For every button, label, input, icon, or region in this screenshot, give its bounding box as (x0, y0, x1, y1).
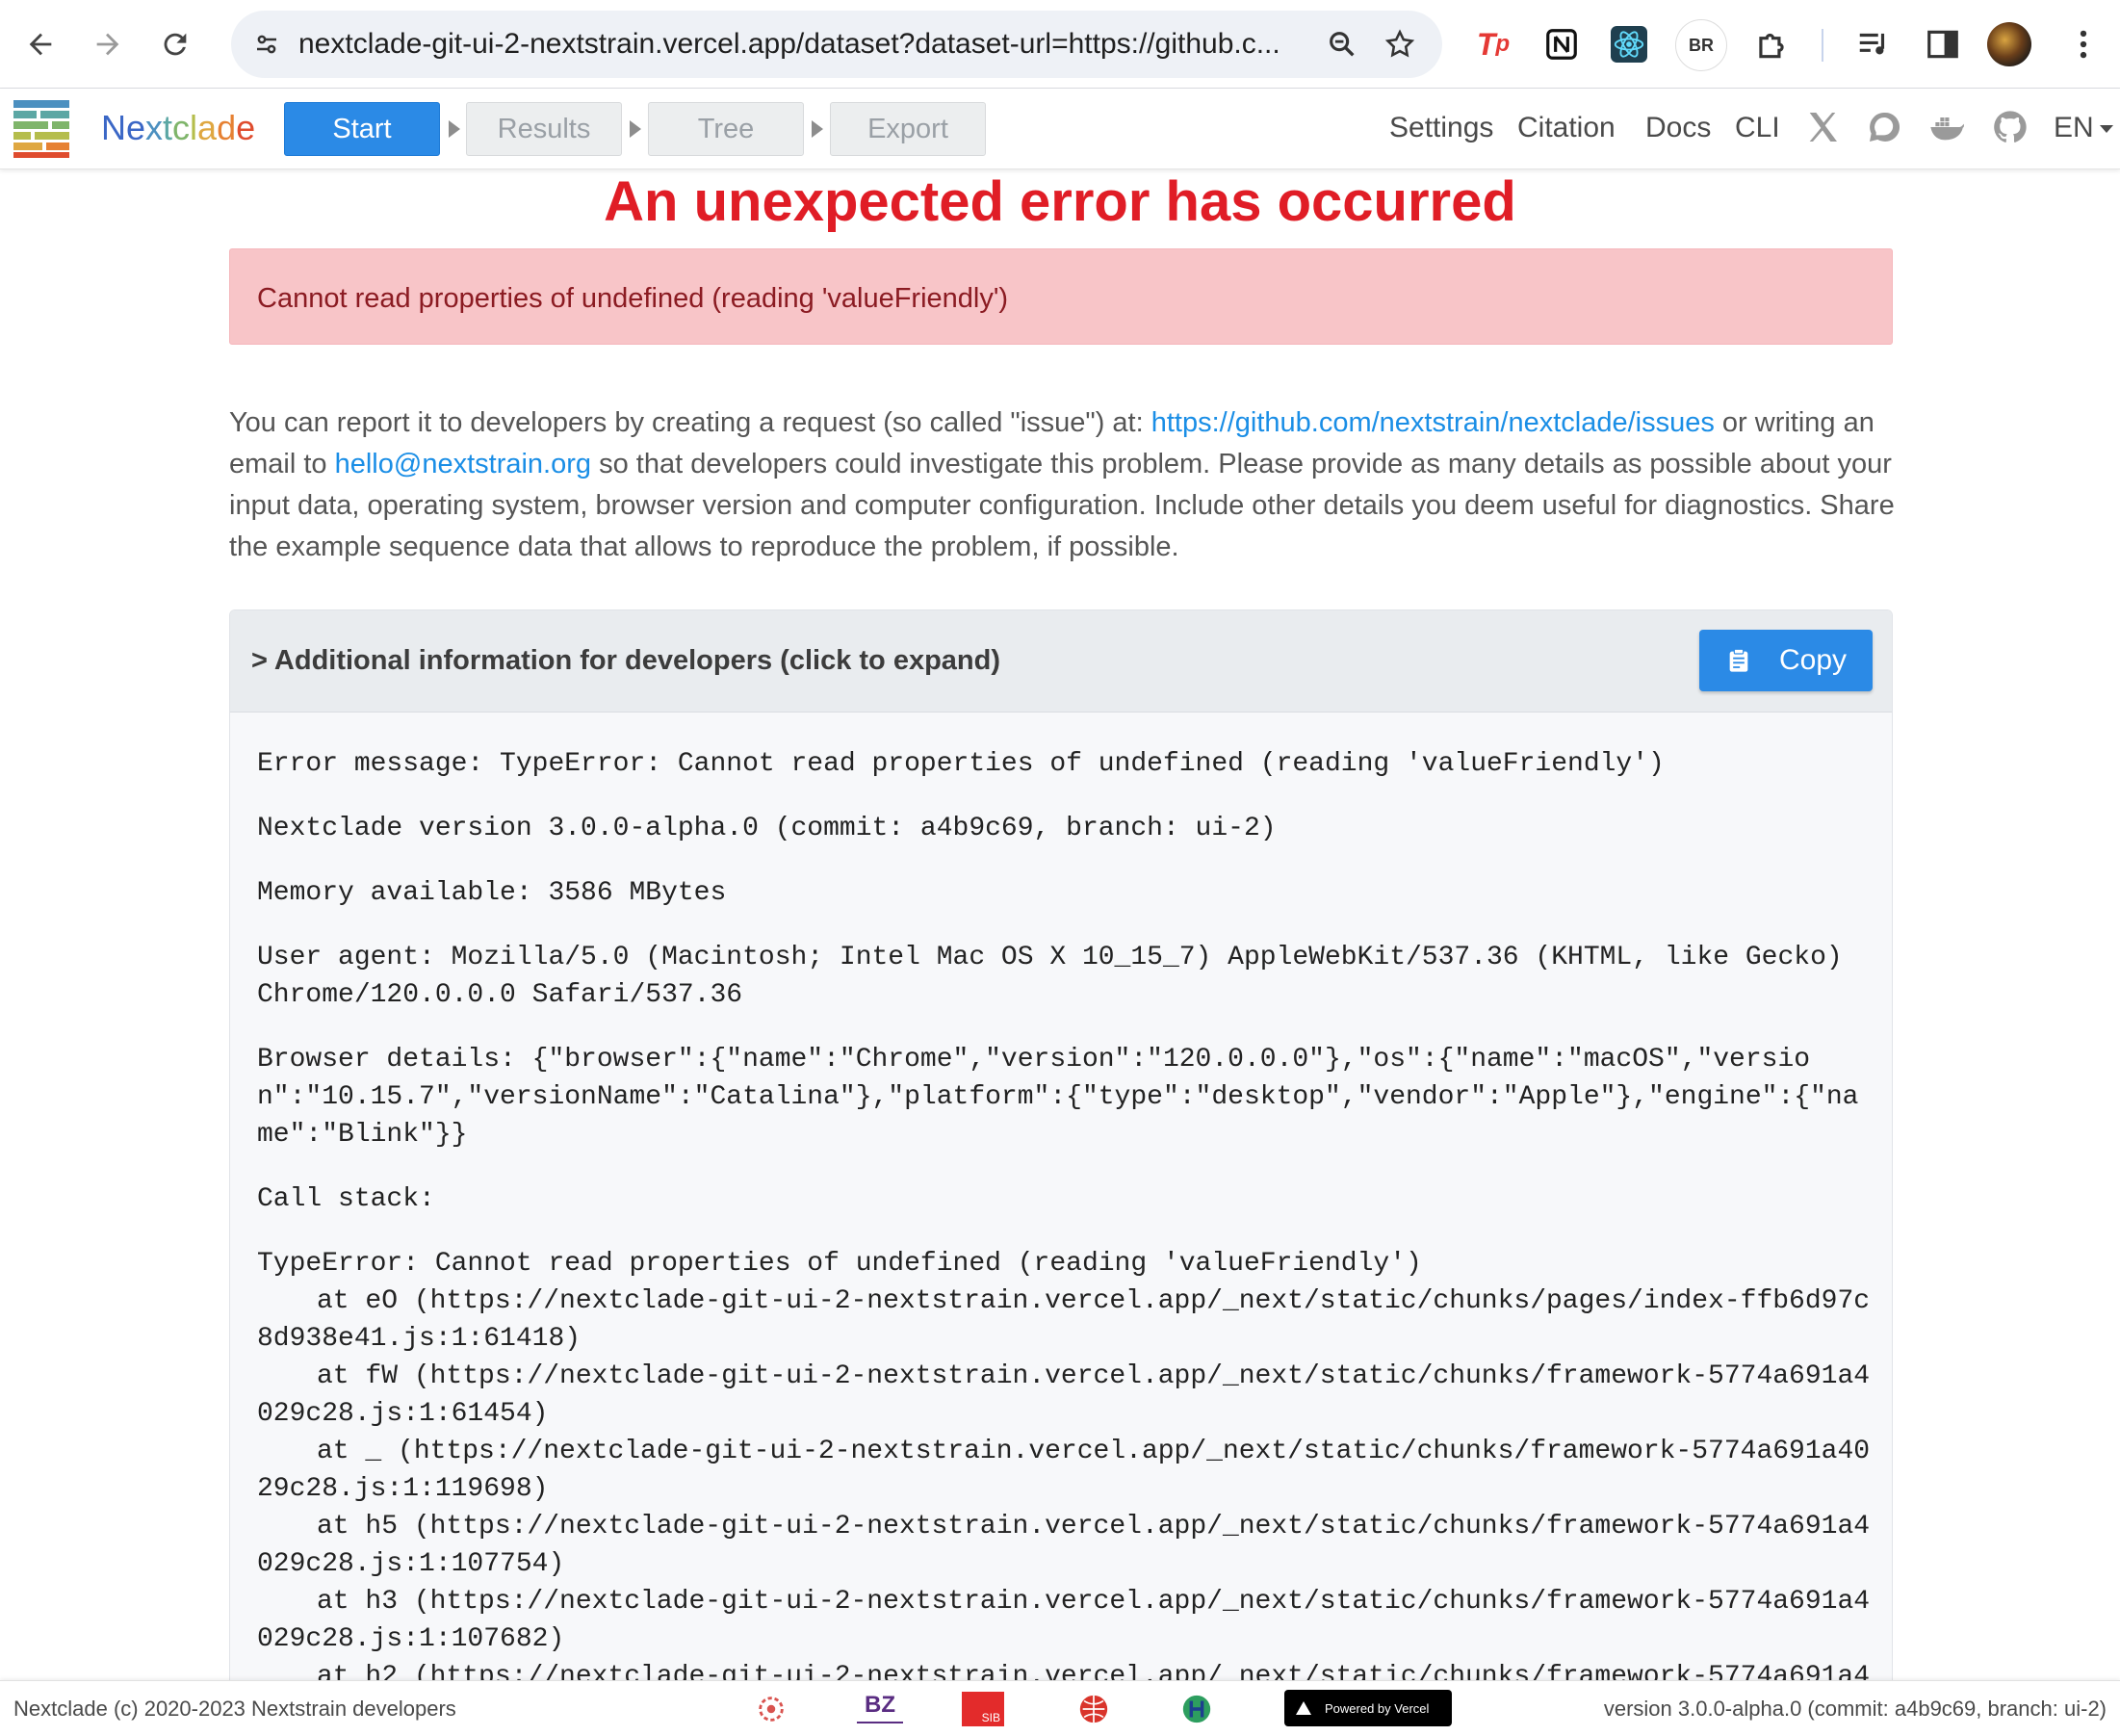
stack-frame: at h5 (https://nextclade-git-ui-2-nextst… (257, 1512, 1871, 1579)
step-results[interactable]: Results (466, 102, 622, 156)
issues-link[interactable]: https://github.com/nextstrain/nextclade/… (1151, 407, 1715, 438)
dev-call-stack: TypeError: Cannot read properties of und… (257, 1245, 1874, 1706)
dev-version: Nextclade version 3.0.0-alpha.0 (commit:… (257, 814, 1277, 843)
hi-logo-icon[interactable] (1176, 1689, 1217, 1729)
error-title: An unexpected error has occurred (604, 170, 1516, 233)
toolbar-divider (1822, 29, 1823, 62)
nextclade-logo[interactable] (12, 98, 71, 160)
profile-avatar[interactable] (1987, 22, 2031, 66)
footer-version: version 3.0.0-alpha.0 (commit: a4b9c69, … (1603, 1697, 2107, 1721)
step-export[interactable]: Export (830, 102, 986, 156)
reload-icon (164, 33, 187, 55)
nav-docs[interactable]: Docs (1645, 112, 1711, 144)
nav-settings[interactable]: Settings (1389, 112, 1493, 144)
vercel-triangle-icon (1296, 1701, 1311, 1715)
step-start[interactable]: Start (284, 102, 440, 156)
clipboard-icon (1729, 648, 1748, 672)
report-paragraph: You can report it to developers by creat… (229, 402, 1895, 568)
developer-info-header[interactable]: > Additional information for developers … (230, 610, 1892, 713)
developer-info-toggle[interactable]: > Additional information for developers … (251, 645, 1000, 677)
sib-logo-text: SIB (981, 1711, 1000, 1724)
caret-down-icon (2099, 125, 2113, 134)
error-message: Cannot read properties of undefined (rea… (257, 283, 1009, 314)
media-queue-icon[interactable] (1849, 19, 1899, 69)
powered-by-vercel-badge[interactable]: Powered by Vercel (1284, 1690, 1452, 1726)
react-devtools-icon[interactable] (1604, 19, 1654, 69)
url-text[interactable]: nextclade-git-ui-2-nextstrain.vercel.app… (298, 28, 1309, 61)
dev-user-agent: User agent: Mozilla/5.0 (Macintosh; Inte… (257, 943, 1859, 1010)
arrow-left-icon (29, 33, 52, 55)
discussion-icon[interactable] (1865, 108, 1903, 146)
language-label: EN (2054, 112, 2094, 143)
developer-info-panel: > Additional information for developers … (229, 609, 1893, 1707)
nextstrain-org-logo-icon[interactable] (1073, 1689, 1114, 1729)
step-arrow-icon (812, 120, 823, 138)
copy-button[interactable]: Copy (1699, 630, 1873, 691)
developer-info-body: Error message: TypeError: Cannot read pr… (257, 745, 1874, 1706)
nav-citation[interactable]: Citation (1517, 112, 1616, 144)
email-link[interactable]: hello@nextstrain.org (335, 449, 591, 479)
copy-label: Copy (1778, 644, 1848, 676)
br-extension-icon[interactable]: BR (1675, 19, 1727, 71)
stack-frame: at eO (https://nextclade-git-ui-2-nextst… (257, 1286, 1871, 1354)
stack-frame: at h3 (https://nextclade-git-ui-2-nextst… (257, 1587, 1871, 1654)
dev-browser-details: Browser details: {"browser":{"name":"Chr… (257, 1045, 1859, 1150)
brand-name[interactable]: Nextclade (101, 108, 255, 148)
step-tree[interactable]: Tree (648, 102, 804, 156)
chrome-menu-icon[interactable] (2058, 19, 2108, 69)
puzzle-icon[interactable] (1746, 19, 1797, 69)
stack-head: TypeError: Cannot read properties of und… (257, 1249, 1422, 1279)
footer-copyright: Nextclade (c) 2020-2023 Nextstrain devel… (13, 1697, 456, 1721)
step-arrow-icon (449, 120, 460, 138)
report-text-1: You can report it to developers by creat… (229, 407, 1151, 438)
language-selector[interactable]: EN (2054, 112, 2113, 144)
zoom-icon[interactable] (1317, 19, 1367, 69)
error-alert: Cannot read properties of undefined (rea… (229, 248, 1893, 345)
forward-button[interactable] (81, 17, 135, 71)
neherlab-logo-icon[interactable] (751, 1689, 791, 1729)
biozentrum-logo-text: BZ (865, 1692, 895, 1718)
vercel-label: Powered by Vercel (1325, 1700, 1430, 1716)
tp-extension-icon[interactable]: Tp (1468, 19, 1518, 69)
site-info-icon[interactable] (245, 22, 289, 66)
app-navbar: Nextclade Start Results Tree Export Sett… (0, 89, 2120, 169)
arrow-right-icon (96, 33, 119, 55)
github-icon[interactable] (1991, 108, 2030, 146)
notion-icon[interactable] (1537, 19, 1587, 69)
dev-memory: Memory available: 3586 MBytes (257, 878, 727, 908)
biozentrum-logo[interactable]: BZ (857, 1689, 903, 1723)
docker-icon[interactable] (1927, 108, 1966, 146)
step-arrow-icon (630, 120, 641, 138)
side-panel-icon[interactable] (1918, 19, 1968, 69)
back-button[interactable] (13, 17, 67, 71)
address-bar[interactable]: nextclade-git-ui-2-nextstrain.vercel.app… (231, 11, 1442, 78)
bookmark-star-icon[interactable] (1375, 19, 1425, 69)
stack-frame: at _ (https://nextclade-git-ui-2-nextstr… (257, 1437, 1871, 1504)
dev-call-stack-label: Call stack: (257, 1184, 435, 1214)
sib-logo[interactable]: SIB (962, 1692, 1004, 1726)
stack-frame: at fW (https://nextclade-git-ui-2-nextst… (257, 1361, 1871, 1429)
reload-button[interactable] (148, 17, 202, 71)
nav-cli[interactable]: CLI (1735, 112, 1780, 144)
browser-toolbar: nextclade-git-ui-2-nextstrain.vercel.app… (0, 0, 2120, 89)
footer: Nextclade (c) 2020-2023 Nextstrain devel… (0, 1680, 2120, 1736)
x-twitter-icon[interactable] (1803, 108, 1842, 146)
dev-error-message: Error message: TypeError: Cannot read pr… (257, 749, 1665, 779)
